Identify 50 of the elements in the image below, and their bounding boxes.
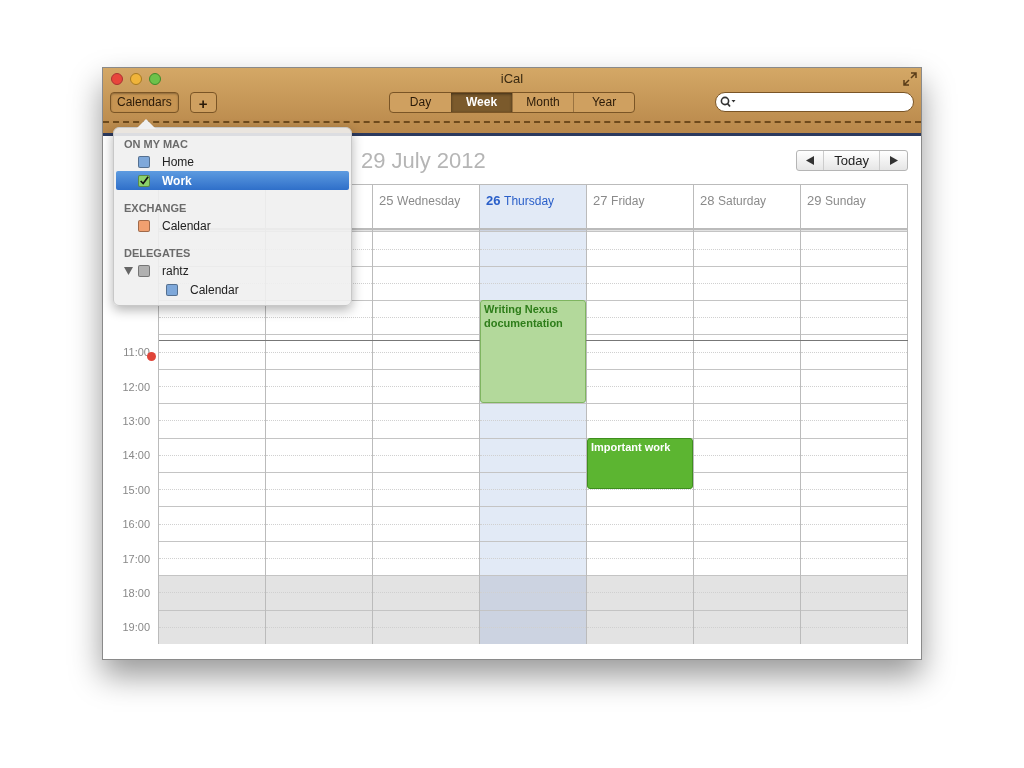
calendar-list-item[interactable]: Home [116, 152, 349, 171]
view-tab[interactable]: Week [451, 92, 512, 112]
calendar-list-item[interactable]: Calendar [116, 280, 349, 299]
time-label: 12:00 [122, 379, 150, 395]
calendar-checkbox[interactable] [138, 264, 150, 277]
time-label: 14:00 [122, 448, 150, 464]
section-heading: ON MY MAC [123, 136, 189, 152]
time-label: 18:00 [122, 585, 150, 601]
view-tab[interactable]: Month [512, 92, 573, 112]
day-header: 27 Friday [593, 194, 645, 208]
day-header: 29 Sunday [807, 194, 866, 208]
time-label: 15:00 [122, 482, 150, 498]
calendar-name: Home [162, 153, 194, 171]
section-heading: EXCHANGE [123, 200, 188, 216]
right-triangle-icon [889, 155, 898, 165]
calendar-checkbox[interactable] [138, 155, 150, 168]
add-button[interactable]: + [189, 91, 217, 113]
close-button[interactable] [111, 73, 123, 85]
view-tab[interactable]: Year [573, 92, 634, 112]
calendar-name: Calendar [162, 217, 211, 235]
section-heading: DELEGATES [123, 245, 192, 261]
time-label: 17:00 [122, 551, 150, 567]
calendar-list-item[interactable]: rahtz [116, 261, 349, 280]
date-range-title: 29 July 2012 [361, 146, 486, 175]
day-header: 26 Thursday [486, 194, 555, 208]
day-header: 28 Saturday [700, 194, 767, 208]
day-column[interactable] [801, 231, 908, 644]
minimize-button[interactable] [130, 73, 142, 85]
left-triangle-icon [806, 155, 815, 165]
calendar-checkbox[interactable] [166, 283, 178, 296]
day-header: 25 Wednesday [379, 194, 461, 208]
fullscreen-icon[interactable] [903, 72, 917, 86]
window-title: iCal [500, 70, 524, 89]
search-icon [720, 96, 736, 108]
calendar-name: Work [162, 172, 192, 190]
calendar-checkbox[interactable] [138, 174, 150, 187]
time-label: 13:00 [122, 413, 150, 429]
time-label: 16:00 [122, 517, 150, 533]
calendar-list-item[interactable]: Calendar [116, 216, 349, 235]
time-label: 11:00 [123, 345, 150, 361]
zoom-button[interactable] [149, 73, 161, 85]
calendar-list-item[interactable]: Work [116, 171, 349, 190]
day-column[interactable] [694, 231, 801, 644]
search-field[interactable] [715, 92, 914, 112]
time-label: 19:00 [122, 620, 150, 636]
calendar-name: Calendar [190, 281, 239, 299]
calendars-button[interactable]: Calendars [110, 91, 179, 113]
view-tab[interactable]: Day [390, 92, 451, 112]
calendar-name: rahtz [162, 262, 189, 280]
calendar-checkbox[interactable] [138, 219, 150, 232]
